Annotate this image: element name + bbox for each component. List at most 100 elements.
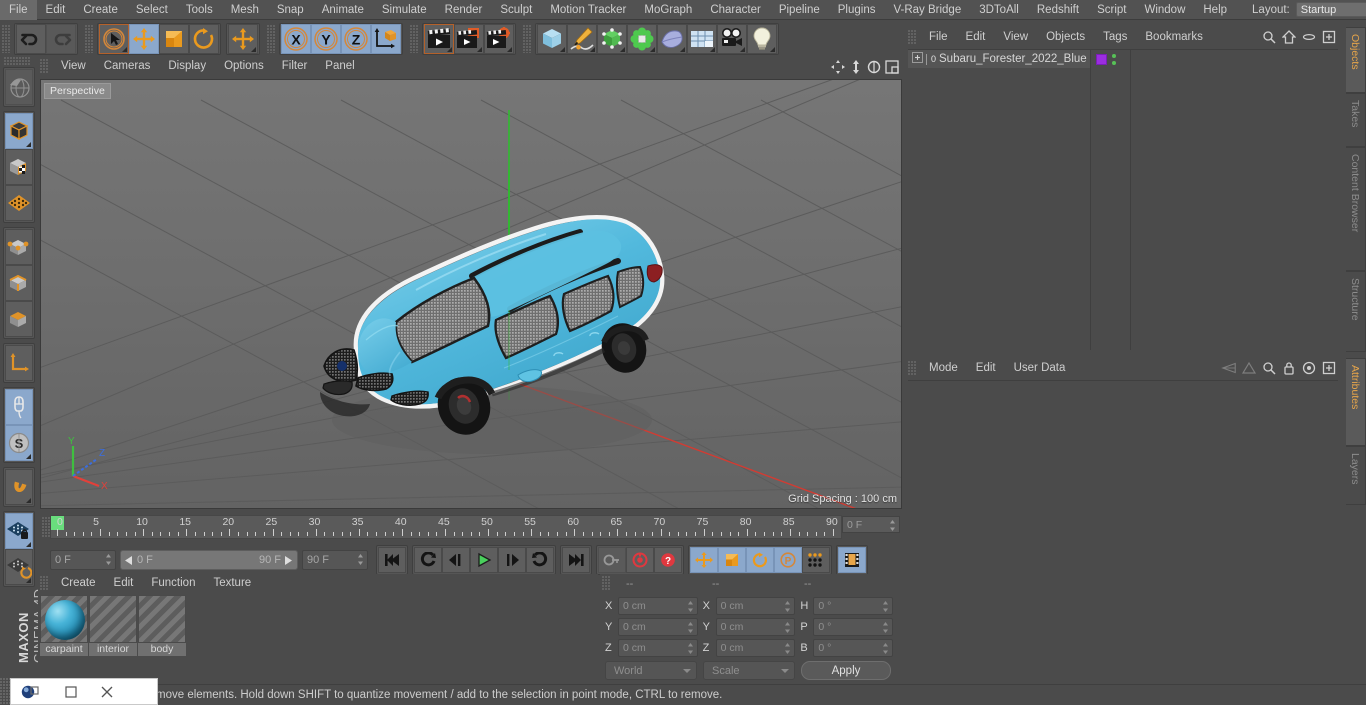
autokey-icon[interactable] [598,547,626,573]
material-menu-item-create[interactable]: Create [52,574,105,593]
material-grip[interactable] [40,576,49,591]
spinner-icon[interactable] [882,622,889,633]
scrub-right-arrow-icon[interactable] [285,555,293,565]
menu-item-create[interactable]: Create [74,0,127,20]
menu-item-redshift[interactable]: Redshift [1028,0,1088,20]
polygon-mode-icon[interactable] [5,301,33,337]
scale-tool-button[interactable] [159,23,189,54]
step-back-icon[interactable] [442,547,470,573]
material-item[interactable]: interior [89,595,137,656]
model-mode-icon[interactable] [5,113,33,149]
record-active-icon[interactable] [626,547,654,573]
object-menu-item-objects[interactable]: Objects [1037,27,1094,47]
floor-scene-icon[interactable] [687,23,717,54]
record-parameter-icon[interactable]: P [774,547,802,573]
menu-item-mograph[interactable]: MoGraph [635,0,701,20]
object-menu-item-bookmarks[interactable]: Bookmarks [1136,27,1212,47]
object-name[interactable]: Subaru_Forester_2022_Blue [939,53,1087,65]
material-thumbnail[interactable] [138,595,186,643]
timeline-start-field[interactable]: 0 F [50,550,116,570]
viewport-menu-item-view[interactable]: View [52,57,95,76]
toolbar-grip-2[interactable] [85,24,94,53]
play-icon[interactable] [470,547,498,573]
go-to-start-icon[interactable] [378,547,406,573]
attribute-menu-item-edit[interactable]: Edit [967,358,1005,378]
rotate-tool-button[interactable] [189,23,219,54]
object-menu-item-file[interactable]: File [920,27,957,47]
menu-item-window[interactable]: Window [1135,0,1194,20]
render-picture-viewer-button[interactable] [454,23,484,54]
keyframe-selection-icon[interactable]: ? [654,547,682,573]
x-axis-icon[interactable]: X [281,23,311,54]
viewport-grip[interactable] [40,59,49,74]
timeline-scrub-bar[interactable]: 0 F 90 F [120,550,298,570]
size-y-field[interactable]: 0 cm [715,618,796,636]
apply-button[interactable]: Apply [801,661,891,680]
record-pla-icon[interactable] [802,547,830,573]
rotation-h-field[interactable]: 0 ° [813,597,894,615]
menu-item-help[interactable]: Help [1194,0,1236,20]
material-name[interactable]: body [138,643,186,656]
spinner-icon[interactable] [882,601,889,612]
next-key-icon[interactable] [526,547,554,573]
menu-item-motion-tracker[interactable]: Motion Tracker [541,0,635,20]
menu-item-edit[interactable]: Edit [37,0,75,20]
toolbar-grip-5[interactable] [523,24,532,53]
record-scale-icon[interactable] [718,547,746,573]
object-menu-item-edit[interactable]: Edit [957,27,995,47]
menu-item-plugins[interactable]: Plugins [829,0,885,20]
render-view-button[interactable] [424,23,454,54]
light-icon[interactable] [747,23,777,54]
tab-content-browser[interactable]: Content Browser [1346,147,1366,272]
z-axis-icon[interactable]: Z [341,23,371,54]
car-model-subaru-forester[interactable] [296,170,686,470]
tab-takes[interactable]: Takes [1346,93,1366,148]
search-icon[interactable] [1261,360,1277,375]
edge-mode-icon[interactable] [5,265,33,301]
menu-item-render[interactable]: Render [436,0,492,20]
menu-item-3dtoall[interactable]: 3DToAll [970,0,1028,20]
size-x-field[interactable]: 0 cm [715,597,796,615]
soft-selection-icon[interactable]: S [5,425,33,461]
toolbar-grip-3[interactable] [267,24,276,53]
minimize-window-icon[interactable] [53,678,89,705]
tab-attributes[interactable]: Attributes [1346,358,1366,446]
menu-item-mesh[interactable]: Mesh [222,0,268,20]
tab-layers[interactable]: Layers [1346,446,1366,506]
menu-item-file[interactable]: File [0,0,37,20]
scrub-left-arrow-icon[interactable] [125,555,133,565]
menu-item-sculpt[interactable]: Sculpt [491,0,541,20]
menu-item-v-ray-bridge[interactable]: V-Ray Bridge [884,0,970,20]
redo-button[interactable] [46,23,76,54]
menu-item-script[interactable]: Script [1088,0,1135,20]
tab-objects[interactable]: Objects [1346,27,1366,94]
record-position-icon[interactable] [690,547,718,573]
spinner-icon[interactable] [687,622,694,633]
generator-icon[interactable] [597,23,627,54]
tab-structure[interactable]: Structure [1346,271,1366,353]
timeline-end-field[interactable]: 90 F [302,550,368,570]
position-y-field[interactable]: 0 cm [618,618,698,636]
material-name[interactable]: carpaint [40,643,88,656]
material-menu-item-edit[interactable]: Edit [105,574,143,593]
record-rotation-icon[interactable] [746,547,774,573]
expand-icon[interactable] [1321,360,1337,375]
camera-icon[interactable] [717,23,747,54]
object-axis-icon[interactable] [5,345,33,381]
attribute-content[interactable] [908,380,1338,682]
spinner-icon[interactable] [687,601,694,612]
expand-icon[interactable] [1321,29,1337,44]
material-item[interactable]: carpaint [40,595,88,656]
spinner-icon[interactable] [687,643,694,654]
viewport-solo-icon[interactable] [5,389,33,425]
field-icon[interactable] [657,23,687,54]
spinner-icon[interactable] [357,554,364,565]
menu-item-pipeline[interactable]: Pipeline [770,0,829,20]
coordinate-mode-select[interactable]: Scale [703,661,795,680]
menu-item-simulate[interactable]: Simulate [373,0,436,20]
object-tree[interactable]: 0 Subaru_Forester_2022_Blue [908,49,1338,350]
live-selection-button[interactable] [99,23,129,54]
cube-primitive-icon[interactable] [537,23,567,54]
viewport-menu-item-display[interactable]: Display [159,57,215,76]
position-x-field[interactable]: 0 cm [618,597,698,615]
